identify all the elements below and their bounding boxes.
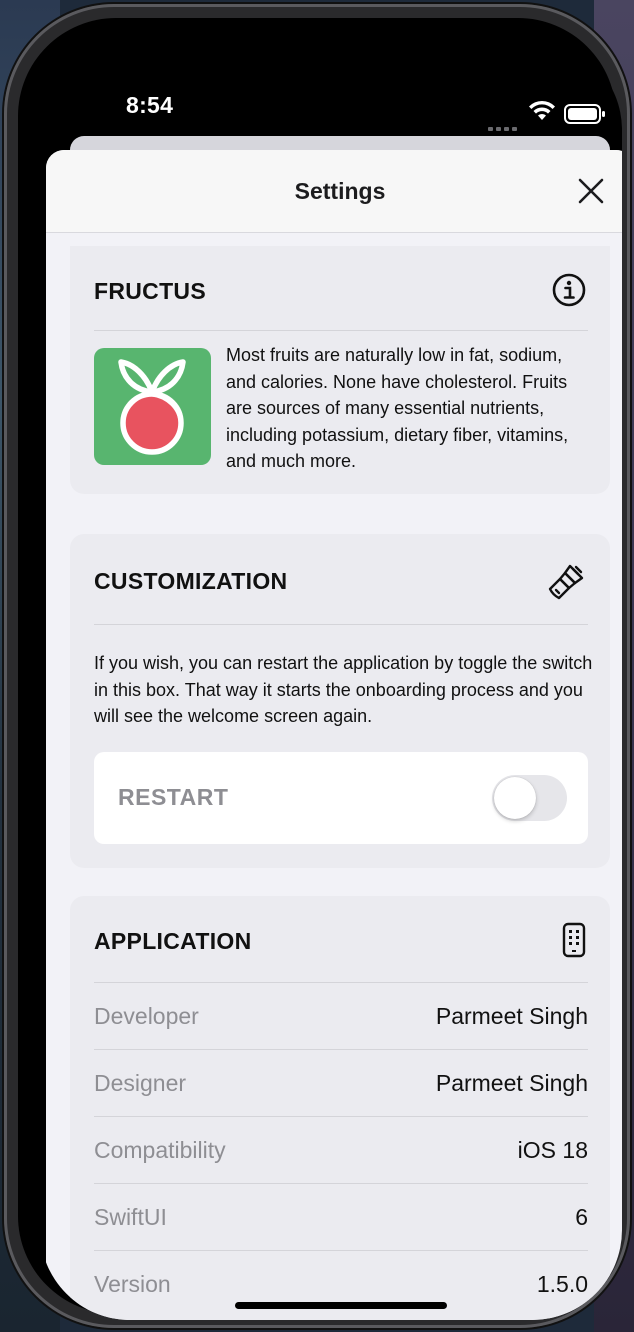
about-title: FRUCTUS [94, 278, 206, 304]
customization-description: If you wish, you can restart the applica… [94, 653, 593, 726]
info-row-compatibility: Compatibility iOS 18 [94, 1117, 588, 1183]
restart-row: RESTART [94, 752, 588, 844]
about-description: Most fruits are naturally low in fat, so… [226, 345, 569, 471]
row-value: Parmeet Singh [435, 1003, 588, 1029]
customization-title: CUSTOMIZATION [94, 568, 288, 594]
wifi-icon [529, 100, 555, 120]
fruit-logo-icon [118, 359, 186, 455]
row-value: Parmeet Singh [435, 1070, 588, 1096]
iphone-icon [562, 922, 586, 958]
toggle-knob [494, 777, 536, 819]
about-card: FRUCTUS Most fruits are naturally low in… [70, 246, 610, 494]
row-label: SwiftUI [94, 1204, 167, 1230]
page-title: Settings [294, 178, 386, 204]
divider [94, 330, 588, 331]
signal-icon [488, 118, 520, 131]
row-label: Version [94, 1271, 171, 1297]
info-row-developer: Developer Parmeet Singh [94, 983, 588, 1049]
device-bezel: 8:54 Settings FRUCTUS Most fruits are na… [18, 18, 622, 1320]
info-circle-icon[interactable] [552, 273, 586, 307]
info-row-swiftui: SwiftUI 6 [94, 1184, 588, 1250]
device-screen: 8:54 Settings FRUCTUS Most fruits are na… [40, 40, 622, 1320]
row-value: iOS 18 [517, 1137, 588, 1163]
status-time: 8:54 [126, 92, 174, 118]
customization-card: CUSTOMIZATION If you wish, you can resta… [70, 534, 610, 868]
row-label: Developer [94, 1003, 199, 1029]
info-row-designer: Designer Parmeet Singh [94, 1050, 588, 1116]
home-indicator[interactable] [235, 1302, 447, 1309]
divider [94, 624, 588, 625]
application-card: APPLICATION Developer Parmeet Singh Desi… [70, 896, 610, 1320]
app-logo [94, 348, 211, 465]
row-value: 6 [575, 1204, 588, 1230]
close-icon[interactable] [576, 176, 606, 206]
row-label: Designer [94, 1070, 187, 1096]
row-value: 1.5.0 [536, 1271, 588, 1297]
navigation-bar: Settings [46, 150, 622, 233]
restart-toggle[interactable] [492, 775, 567, 821]
paintbrush-icon [548, 564, 584, 600]
battery-icon [564, 104, 605, 124]
settings-sheet: Settings FRUCTUS Most fruits are natural… [46, 150, 622, 1320]
application-title: APPLICATION [94, 928, 252, 954]
restart-label: RESTART [118, 784, 229, 810]
device-frame: 8:54 Settings FRUCTUS Most fruits are na… [4, 4, 630, 1328]
row-label: Compatibility [94, 1137, 226, 1163]
